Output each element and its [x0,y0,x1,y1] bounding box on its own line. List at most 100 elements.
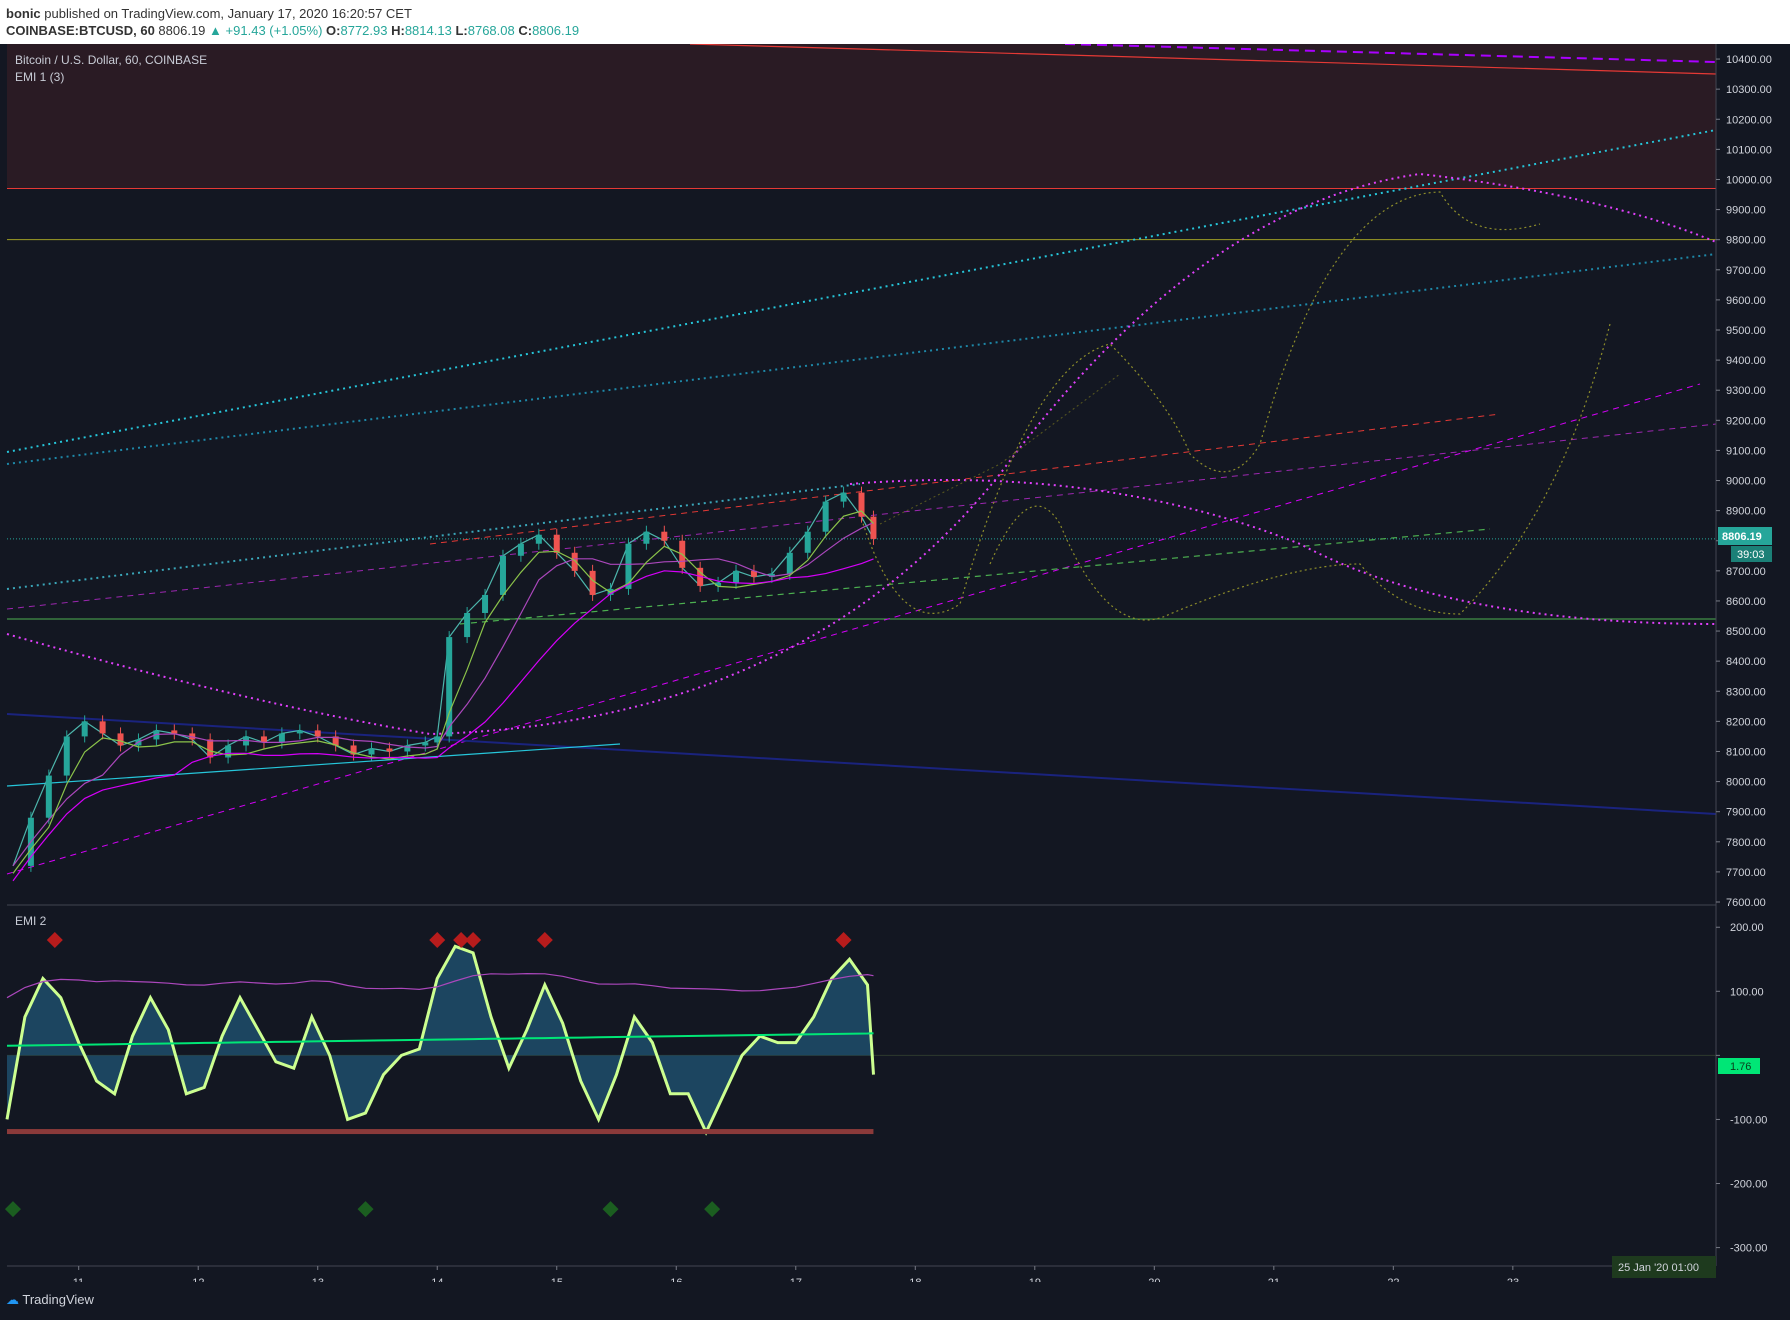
up-arrow-icon: ▲ [209,23,222,38]
candle-body [625,543,632,589]
price-tick-label: 9200.00 [1726,415,1766,427]
resistance-zone [7,44,1716,189]
main-pane-title: Bitcoin / U.S. Dollar, 60, COINBASE [15,53,207,67]
signal-diamond [465,932,482,949]
candle-body [589,570,596,595]
price-tick-label: 9300.00 [1726,385,1766,397]
author-name[interactable]: bonic [6,6,41,21]
signal-diamond [835,932,852,949]
candle-body [368,748,375,755]
time-axis-tag: 25 Jan '20 01:00 [1618,1262,1699,1274]
price-axis[interactable]: 10400.00 10300.00 10200.00 10100.00 10000.00… [1716,54,1772,909]
price-tick-label: 8700.00 [1726,566,1766,578]
logo-text: TradingView [22,1292,94,1307]
price-tick-label: 9100.00 [1726,445,1766,457]
published-text: published on TradingView.com, January 17… [44,6,412,21]
signal-diamond [536,932,553,949]
osc-tick-label: 200.00 [1730,922,1764,934]
high-label: H: [391,23,405,38]
candle-body [482,594,489,613]
osc-tick-label: -200.00 [1730,1179,1767,1191]
price-tick-label: 9500.00 [1726,325,1766,337]
price-tick-label: 7800.00 [1726,837,1766,849]
osc-status-bar [7,1129,874,1135]
candle-body [661,531,668,541]
price-tick-label: 10000.00 [1726,174,1772,186]
footer: ☁ TradingView [0,1282,1790,1320]
open-value: 8772.93 [340,23,388,38]
signal-diamond [602,1201,619,1218]
price-tick-label: 10300.00 [1726,84,1772,96]
candle-body [99,721,106,734]
symbol-label: COINBASE:BTCUSD, 60 [6,23,155,38]
candle-body [278,733,285,743]
low-value: 8768.08 [467,23,515,38]
countdown-tag: 39:03 [1737,549,1765,561]
candle-body [553,534,560,553]
chart-canvas[interactable]: 10400.00 10300.00 10200.00 10100.00 10000.00… [0,44,1790,1282]
candle-body [464,612,471,638]
osc-pane-title: EMI 2 [15,914,47,928]
last-price: 8806.19 [158,23,206,38]
price-tick-label: 10400.00 [1726,54,1772,66]
low-label: L: [455,23,468,38]
candle-body [314,730,321,737]
candle-body [517,543,524,556]
ohlc-line: COINBASE:BTCUSD, 60 8806.19 ▲ +91.43 (+1… [6,23,579,38]
candle-body [117,733,124,746]
candle-body [446,637,453,737]
cloud-icon: ☁ [6,1292,19,1307]
publish-line: bonic published on TradingView.com, Janu… [6,6,412,21]
close-label: C: [518,23,533,38]
osc-value-axis[interactable]: 200.00 100.00 -100.00 -200.00 -300.00 [1716,922,1767,1255]
price-tick-label: 7900.00 [1726,807,1766,819]
price-tick-label: 8600.00 [1726,596,1766,608]
price-tick-label: 8000.00 [1726,777,1766,789]
osc-value-tag: 1.76 [1730,1061,1751,1073]
candle-body [822,501,829,532]
price-tick-label: 9900.00 [1726,205,1766,217]
price-tick-label: 8200.00 [1726,716,1766,728]
time-axis[interactable]: 11121314151617181920212223 [73,1266,1519,1282]
candle-body [422,742,429,746]
publish-header: bonic published on TradingView.com, Janu… [0,0,1790,44]
price-tick-label: 9800.00 [1726,235,1766,247]
close-value: 8806.19 [532,23,580,38]
candle-body [499,555,506,595]
signal-diamond [357,1201,374,1218]
candle-body [786,552,793,574]
candle-body [45,775,52,818]
price-tick-label: 7600.00 [1726,897,1766,909]
candle-body [296,730,303,734]
candle-body [840,492,847,502]
candle-body [733,570,740,583]
oscillator-pane[interactable] [4,932,1716,1218]
tradingview-logo[interactable]: ☁ TradingView [6,1292,94,1308]
price-tick-label: 9600.00 [1726,295,1766,307]
price-tick-label: 8400.00 [1726,656,1766,668]
price-tick-label: 8300.00 [1726,686,1766,698]
candle-body [225,745,232,758]
candle-body [207,739,214,758]
signal-diamond [4,1201,21,1218]
candle-body [171,730,178,734]
price-tick-label: 9400.00 [1726,355,1766,367]
osc-tick-label: 100.00 [1730,986,1764,998]
price-tick-label: 8500.00 [1726,626,1766,638]
candle-body [804,531,811,553]
candle-body [81,721,88,737]
price-tick-label: 8100.00 [1726,746,1766,758]
candle-body [643,531,650,544]
candle-body [386,748,393,752]
high-value: 8814.13 [404,23,452,38]
signal-diamond [704,1201,721,1218]
osc-tick-label: -100.00 [1730,1114,1767,1126]
change-value: +91.43 (+1.05%) [225,23,323,38]
price-tick-label: 7700.00 [1726,867,1766,879]
candle-body [535,534,542,544]
signal-diamond [429,932,446,949]
price-tag: 8806.19 [1722,531,1762,543]
price-tick-label: 10200.00 [1726,114,1772,126]
price-tick-label: 9700.00 [1726,265,1766,277]
main-indicator-label: EMI 1 (3) [15,70,64,84]
